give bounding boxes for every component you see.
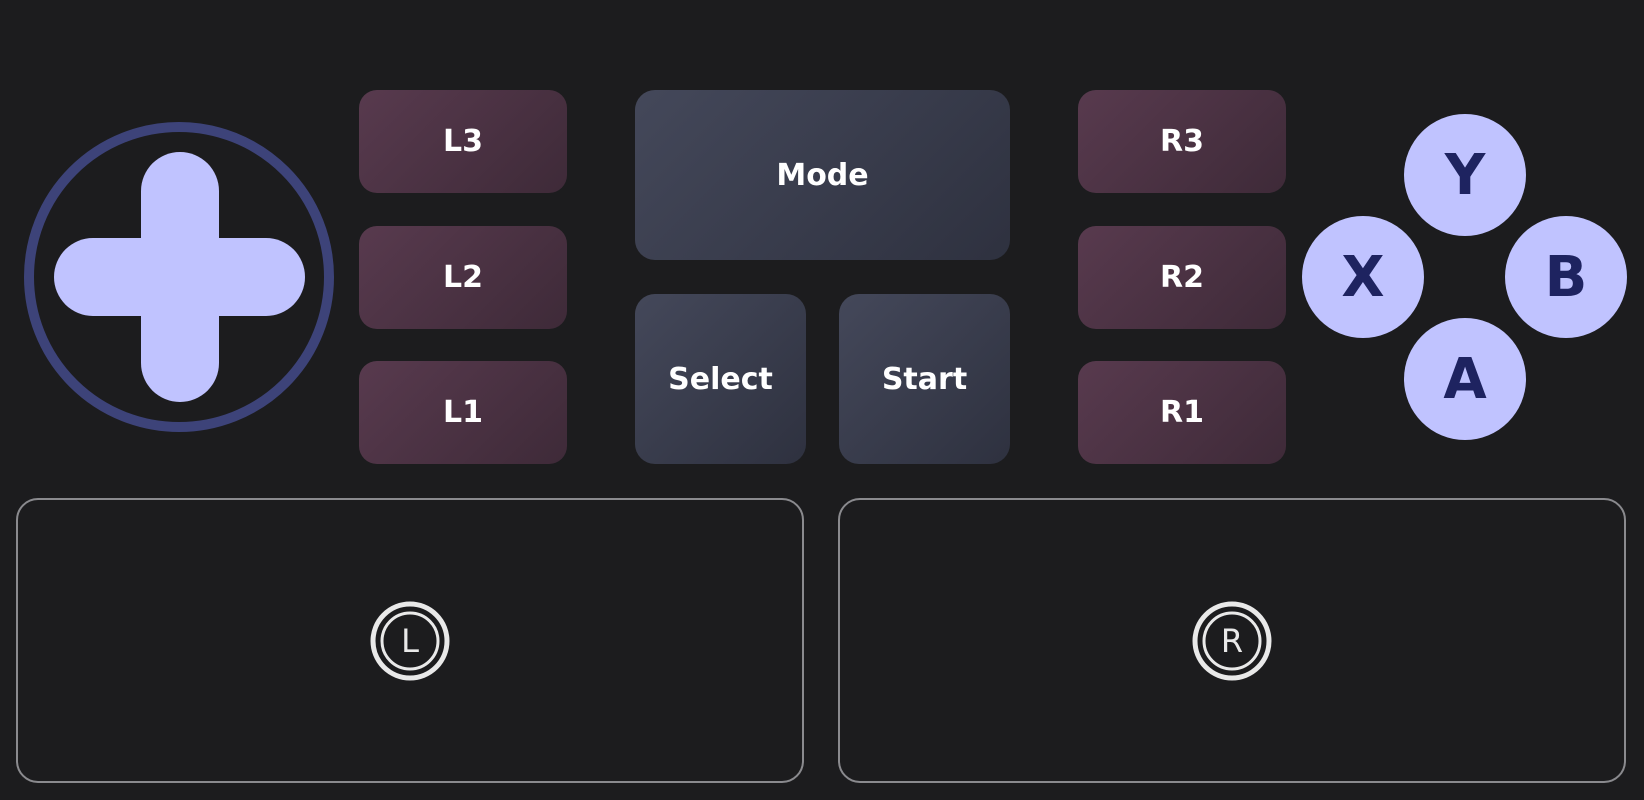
l3-label: L3 — [443, 124, 483, 159]
start-label: Start — [881, 361, 968, 397]
l2-button[interactable]: L2 — [359, 226, 567, 329]
r2-button[interactable]: R2 — [1078, 226, 1286, 329]
a-button[interactable]: A — [1404, 318, 1526, 440]
dpad-right-button[interactable] — [219, 238, 305, 316]
right-stick-label: R — [1220, 621, 1244, 660]
r1-button[interactable]: R1 — [1078, 361, 1286, 464]
b-label: B — [1544, 244, 1588, 310]
l1-button[interactable]: L1 — [359, 361, 567, 464]
left-stick-icon: L — [369, 600, 451, 682]
r3-label: R3 — [1160, 124, 1204, 159]
dpad-left-button[interactable] — [54, 238, 141, 316]
x-button[interactable]: X — [1302, 216, 1424, 338]
left-stick-label: L — [401, 621, 419, 660]
l3-button[interactable]: L3 — [359, 90, 567, 193]
select-button[interactable]: Select — [635, 294, 806, 464]
select-label: Select — [668, 361, 773, 397]
dpad-up-button[interactable] — [141, 152, 219, 238]
l1-label: L1 — [443, 395, 483, 430]
start-button[interactable]: Start — [839, 294, 1010, 464]
y-button[interactable]: Y — [1404, 114, 1526, 236]
r3-button[interactable]: R3 — [1078, 90, 1286, 193]
a-label: A — [1443, 346, 1487, 412]
r2-label: R2 — [1160, 260, 1204, 295]
r1-label: R1 — [1160, 395, 1204, 430]
mode-button[interactable]: Mode — [635, 90, 1010, 260]
gamepad-layout: L3 L2 L1 Mode Select Start R3 R2 R1 Y X … — [0, 0, 1644, 800]
dpad-down-button[interactable] — [141, 316, 219, 402]
right-stick-icon: R — [1191, 600, 1273, 682]
mode-label: Mode — [776, 157, 869, 193]
left-stick-area[interactable]: L — [16, 498, 804, 783]
l2-label: L2 — [443, 260, 483, 295]
right-stick-area[interactable]: R — [838, 498, 1626, 783]
b-button[interactable]: B — [1505, 216, 1627, 338]
x-label: X — [1341, 244, 1385, 310]
y-label: Y — [1444, 142, 1486, 208]
